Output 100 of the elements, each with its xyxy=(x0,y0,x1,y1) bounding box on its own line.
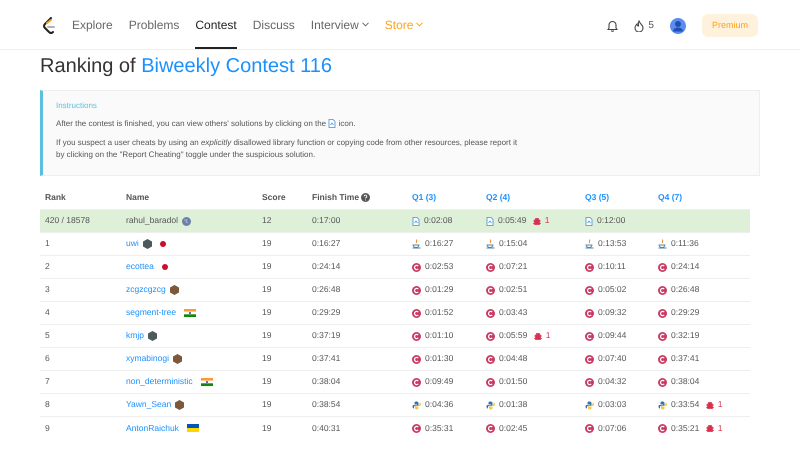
code-language-icon[interactable] xyxy=(585,332,594,341)
code-language-icon[interactable] xyxy=(658,308,667,318)
question-header[interactable]: Q1 (3) xyxy=(407,187,481,210)
code-language-icon[interactable] xyxy=(412,332,421,341)
rank-text: 9 xyxy=(45,422,50,433)
code-language-icon[interactable] xyxy=(486,308,495,318)
code-language-icon[interactable] xyxy=(658,332,667,341)
premium-button[interactable]: Premium xyxy=(702,14,758,38)
code-language-icon[interactable] xyxy=(658,262,667,272)
rank-text: 8 xyxy=(45,399,50,410)
code-language-icon[interactable] xyxy=(486,424,495,433)
score-text: 19 xyxy=(262,422,272,433)
username-link[interactable]: zcgzcgzcg xyxy=(126,284,166,294)
code-language-icon[interactable] xyxy=(658,378,667,387)
coffee-cup-icon[interactable] xyxy=(658,239,667,250)
solution-file-icon xyxy=(328,119,336,128)
coffee-cup-icon[interactable] xyxy=(585,239,594,250)
code-language-icon[interactable] xyxy=(486,354,495,364)
solve-time-text: 0:01:10 xyxy=(425,330,454,340)
code-language-icon[interactable] xyxy=(658,424,667,433)
code-language-icon[interactable] xyxy=(412,424,421,433)
code-language-icon[interactable] xyxy=(486,332,495,341)
username-link[interactable]: kmjp xyxy=(126,330,144,340)
code-language-icon[interactable] xyxy=(585,308,594,318)
code-language-icon[interactable] xyxy=(412,378,421,387)
nav-tab[interactable]: Contest xyxy=(195,2,237,48)
snake-logo-icon[interactable] xyxy=(585,400,594,410)
file-icon[interactable] xyxy=(585,216,593,226)
solve-time-text: 0:03:43 xyxy=(499,307,528,318)
solve-time-text: 0:38:04 xyxy=(671,376,700,386)
code-language-icon[interactable] xyxy=(585,262,594,272)
username-link[interactable]: rahul_baradol xyxy=(126,215,178,226)
solve-time-text: 0:02:45 xyxy=(499,422,528,433)
code-language-icon[interactable] xyxy=(412,286,421,295)
solve-time-text: 0:37:41 xyxy=(671,353,700,364)
avatar-icon[interactable] xyxy=(670,18,686,34)
snake-logo-icon[interactable] xyxy=(412,400,421,410)
rank-text: 420 / 18578 xyxy=(45,215,90,226)
rank-text: 2 xyxy=(45,261,50,272)
finish-time-text: 0:16:27 xyxy=(312,238,340,248)
nav-tab[interactable]: Explore xyxy=(72,2,113,48)
username-link[interactable]: non_deterministic xyxy=(126,376,193,386)
solve-time-text: 0:05:49 xyxy=(498,215,526,226)
code-language-icon[interactable] xyxy=(658,286,667,295)
username-link[interactable]: xymabinogi xyxy=(126,353,169,364)
question-header[interactable]: Q2 (4) xyxy=(481,187,580,210)
score-text: 19 xyxy=(262,238,272,248)
snake-logo-icon[interactable] xyxy=(486,400,495,410)
username-link[interactable]: uwi xyxy=(126,238,139,248)
snake-logo-icon[interactable] xyxy=(658,400,667,410)
wrong-submission-count: 1 xyxy=(546,330,550,340)
score-text: 19 xyxy=(262,399,272,410)
solve-time-text: 0:02:53 xyxy=(425,261,454,272)
username-link[interactable]: ecottea xyxy=(126,261,154,272)
nav-tab[interactable]: Discuss xyxy=(252,2,295,48)
solve-time-text: 0:09:44 xyxy=(598,330,626,340)
page-title: Ranking of Biweekly Contest 116 xyxy=(40,54,334,78)
code-language-icon[interactable] xyxy=(585,354,594,364)
username-link[interactable]: AntonRaichuk xyxy=(126,422,179,433)
flame-icon[interactable] xyxy=(634,20,644,32)
solve-time-text: 0:11:36 xyxy=(671,238,699,248)
score-text: 19 xyxy=(262,330,272,340)
code-language-icon[interactable] xyxy=(585,378,594,387)
logo-icon[interactable] xyxy=(42,16,56,34)
finish-time-text: 0:38:04 xyxy=(312,376,340,386)
help-icon[interactable] xyxy=(361,193,370,202)
notification-bell-icon[interactable] xyxy=(607,20,618,32)
code-language-icon[interactable] xyxy=(486,378,495,387)
solve-time-text: 0:04:32 xyxy=(598,376,626,386)
finish-time-text: 0:40:31 xyxy=(312,422,340,433)
question-header[interactable]: Q3 (5) xyxy=(580,187,653,210)
bug-icon xyxy=(706,401,714,410)
code-language-icon[interactable] xyxy=(585,424,594,433)
score-text: 19 xyxy=(262,284,272,294)
code-language-icon[interactable] xyxy=(412,262,421,272)
nav-tab[interactable]: Interview xyxy=(310,2,369,48)
instructions-text: icon. xyxy=(338,119,356,128)
code-language-icon[interactable] xyxy=(412,308,421,318)
solve-time-text: 0:35:31 xyxy=(425,422,454,433)
username-link[interactable]: segment-tree xyxy=(126,307,176,318)
wrong-submission-count: 1 xyxy=(718,422,722,433)
solve-time-text: 0:09:49 xyxy=(425,376,454,386)
code-language-icon[interactable] xyxy=(412,354,421,364)
code-language-icon[interactable] xyxy=(486,286,495,295)
code-language-icon[interactable] xyxy=(486,262,495,272)
solve-time-text: 0:26:48 xyxy=(671,284,700,294)
solve-time-text: 0:15:04 xyxy=(499,238,528,248)
solve-time-text: 0:07:06 xyxy=(598,422,626,433)
question-header[interactable]: Q4 (7) xyxy=(653,187,750,210)
coffee-cup-icon[interactable] xyxy=(412,239,421,250)
file-icon[interactable] xyxy=(412,216,420,226)
file-icon[interactable] xyxy=(486,216,494,226)
finish-time-text: 0:17:00 xyxy=(312,215,340,226)
code-language-icon[interactable] xyxy=(658,354,667,364)
nav-tab[interactable]: Store xyxy=(384,2,424,48)
nav-tab[interactable]: Problems xyxy=(128,2,180,48)
coffee-cup-icon[interactable] xyxy=(486,239,495,250)
code-language-icon[interactable] xyxy=(585,286,594,295)
username-link[interactable]: Yawn_Sean xyxy=(126,399,172,410)
finish-time-text: 0:37:19 xyxy=(312,330,340,340)
